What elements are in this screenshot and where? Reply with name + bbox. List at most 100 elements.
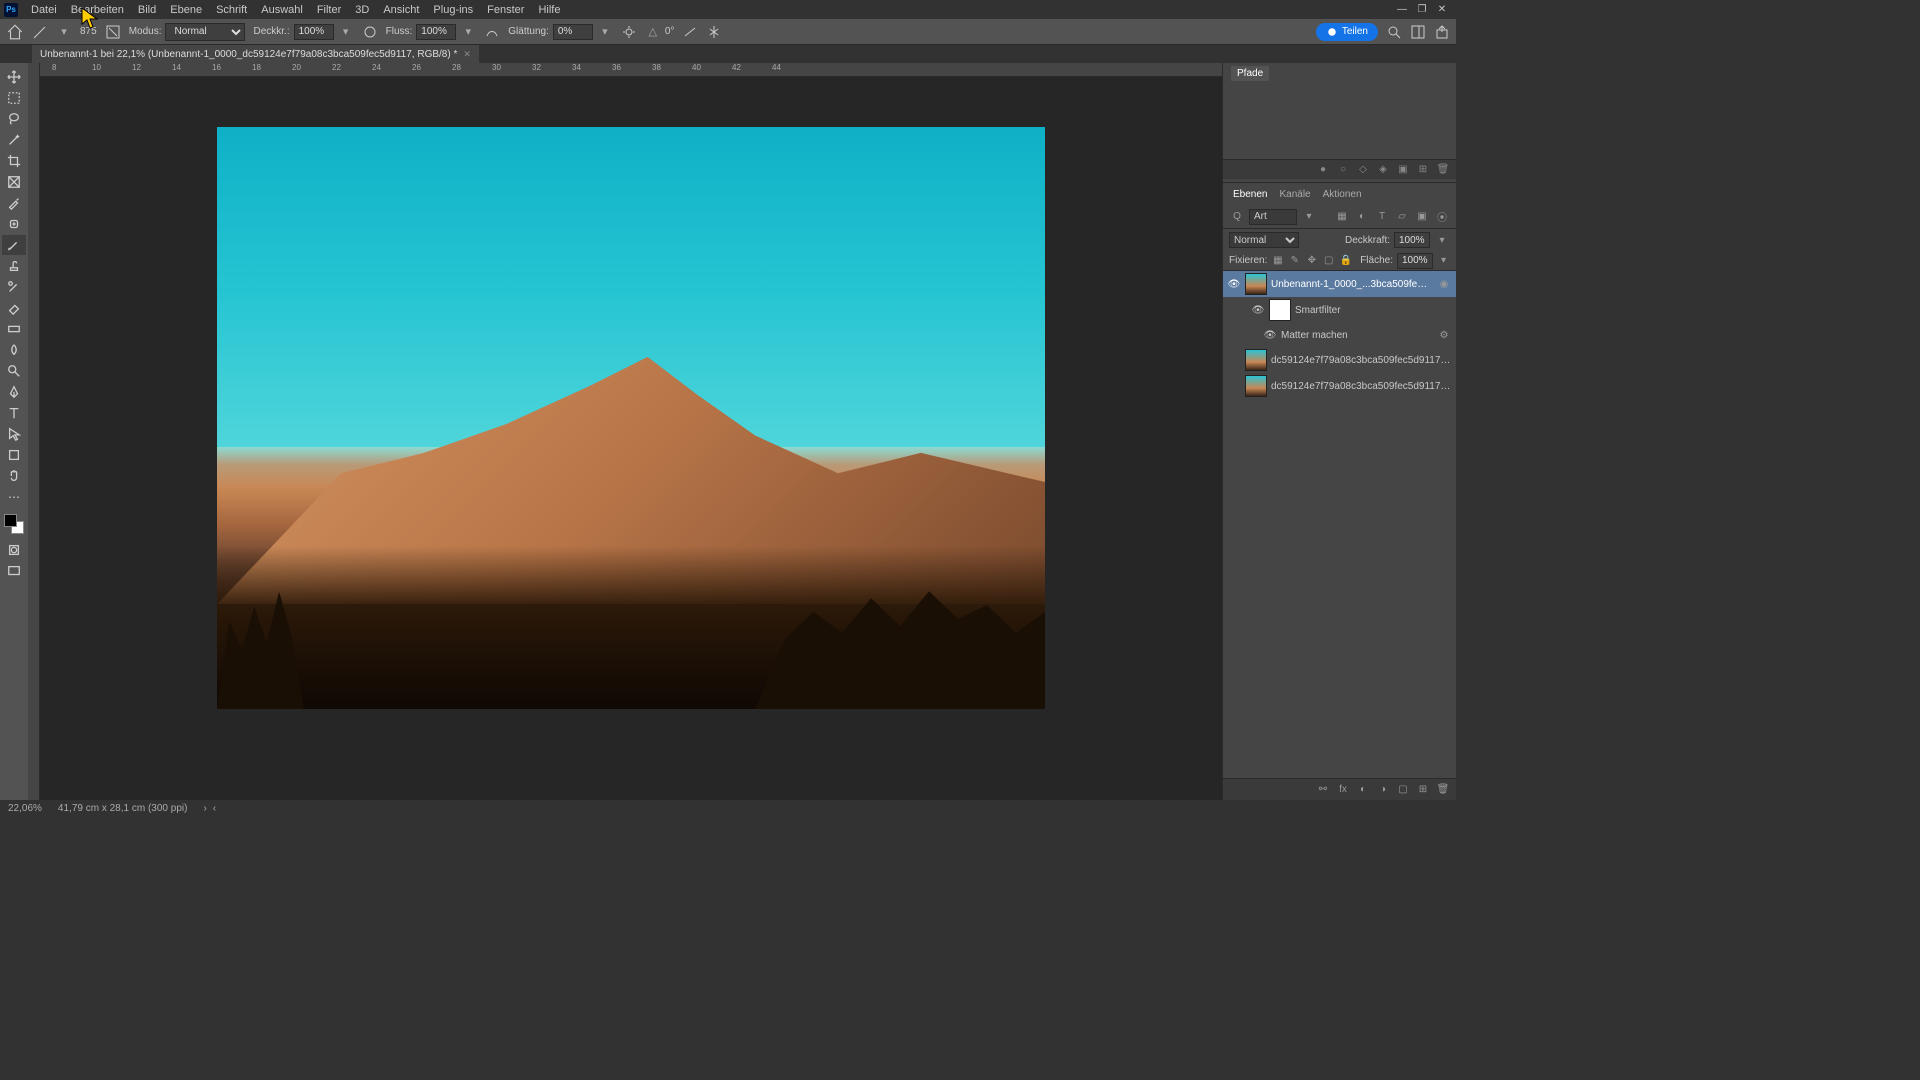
- maximize-button[interactable]: ❐: [1412, 2, 1432, 18]
- mask-icon[interactable]: ◐: [1356, 783, 1370, 797]
- smoothing-options-icon[interactable]: [621, 24, 637, 40]
- artboard[interactable]: [217, 127, 1045, 709]
- filter-type-icon[interactable]: T: [1374, 209, 1390, 225]
- layer-row[interactable]: dc59124e7f79a08c3bca509fec5d9117 Kopie 3: [1223, 347, 1456, 373]
- menu-bearbeiten[interactable]: Bearbeiten: [64, 2, 131, 18]
- layer-row[interactable]: 👁 Unbenannt-1_0000_...3bca509fec5d9117 ◉: [1223, 271, 1456, 297]
- layer-thumbnail[interactable]: [1245, 273, 1267, 295]
- mask-path-icon[interactable]: ◈: [1376, 163, 1390, 177]
- menu-schrift[interactable]: Schrift: [209, 2, 254, 18]
- layer-thumbnail[interactable]: [1245, 349, 1267, 371]
- wand-tool[interactable]: [2, 130, 26, 150]
- selection-path-icon[interactable]: ◇: [1356, 163, 1370, 177]
- delete-path-icon[interactable]: 🗑: [1436, 163, 1450, 177]
- layer-opacity-dropdown[interactable]: ▾: [1434, 232, 1450, 248]
- filter-effect-row[interactable]: 👁 Matter machen ⚙: [1223, 323, 1456, 347]
- filter-smart-icon[interactable]: ▣: [1414, 209, 1430, 225]
- visibility-icon[interactable]: 👁: [1227, 277, 1241, 291]
- menu-plugins[interactable]: Plug-ins: [426, 2, 480, 18]
- filter-dropdown-icon[interactable]: ▾: [1301, 209, 1317, 225]
- visibility-icon[interactable]: [1227, 353, 1241, 367]
- new-layer-icon[interactable]: ⊞: [1416, 783, 1430, 797]
- document-dimensions[interactable]: 41,79 cm x 28,1 cm (300 ppi): [58, 803, 188, 814]
- filter-image-icon[interactable]: ▦: [1334, 209, 1350, 225]
- blend-mode-select[interactable]: Normal: [165, 23, 245, 41]
- layer-filter-input[interactable]: [1249, 209, 1297, 225]
- layers-tab[interactable]: Ebenen: [1227, 185, 1273, 204]
- angle-value[interactable]: 0°: [665, 26, 675, 37]
- filter-options-icon[interactable]: ⚙: [1436, 327, 1452, 343]
- flow-dropdown-icon[interactable]: ▾: [460, 24, 476, 40]
- share-button[interactable]: Teilen: [1316, 23, 1378, 41]
- add-path-icon[interactable]: ⊞: [1416, 163, 1430, 177]
- gradient-tool[interactable]: [2, 319, 26, 339]
- frame-tool[interactable]: [2, 172, 26, 192]
- flow-input[interactable]: [416, 24, 456, 40]
- filter-adjust-icon[interactable]: ◐: [1354, 209, 1370, 225]
- layer-row[interactable]: dc59124e7f79a08c3bca509fec5d9117 Kopie 2: [1223, 373, 1456, 399]
- lasso-tool[interactable]: [2, 109, 26, 129]
- history-brush-tool[interactable]: [2, 277, 26, 297]
- actions-tab[interactable]: Aktionen: [1317, 185, 1368, 204]
- menu-auswahl[interactable]: Auswahl: [254, 2, 310, 18]
- close-button[interactable]: ✕: [1432, 2, 1452, 18]
- document-tab[interactable]: Unbenannt-1 bei 22,1% (Unbenannt-1_0000_…: [32, 45, 479, 63]
- lock-all-icon[interactable]: 🔒: [1339, 253, 1352, 269]
- symmetry-icon[interactable]: [706, 24, 722, 40]
- opacity-dropdown-icon[interactable]: ▾: [338, 24, 354, 40]
- blur-tool[interactable]: [2, 340, 26, 360]
- move-tool[interactable]: [2, 67, 26, 87]
- menu-filter[interactable]: Filter: [310, 2, 348, 18]
- color-swatches[interactable]: [4, 514, 24, 534]
- brush-tool[interactable]: [2, 235, 26, 255]
- screenmode-tool[interactable]: [2, 561, 26, 581]
- status-chevron-left[interactable]: ‹: [213, 803, 216, 814]
- healing-tool[interactable]: [2, 214, 26, 234]
- menu-ebene[interactable]: Ebene: [163, 2, 209, 18]
- menu-ansicht[interactable]: Ansicht: [376, 2, 426, 18]
- smartfilter-row[interactable]: 👁 Smartfilter: [1223, 297, 1456, 323]
- stamp-tool[interactable]: [2, 256, 26, 276]
- lock-artboard-icon[interactable]: ▢: [1322, 253, 1335, 269]
- path-select-tool[interactable]: [2, 424, 26, 444]
- zoom-level[interactable]: 22,06%: [8, 803, 42, 814]
- layer-blend-select[interactable]: Normal: [1229, 232, 1299, 248]
- export-icon[interactable]: [1434, 24, 1450, 40]
- brush-tool-icon[interactable]: [32, 24, 48, 40]
- workspace-icon[interactable]: [1410, 24, 1426, 40]
- airbrush-icon[interactable]: [484, 24, 500, 40]
- menu-3d[interactable]: 3D: [348, 2, 376, 18]
- pen-tool[interactable]: [2, 382, 26, 402]
- fill-input[interactable]: [1397, 253, 1433, 269]
- stroke-path-icon[interactable]: ○: [1336, 163, 1350, 177]
- brush-panel-toggle[interactable]: [105, 24, 121, 40]
- hand-tool[interactable]: [2, 466, 26, 486]
- layer-thumbnail[interactable]: [1245, 375, 1267, 397]
- shape-tool[interactable]: [2, 445, 26, 465]
- quickmask-tool[interactable]: [2, 540, 26, 560]
- visibility-icon[interactable]: 👁: [1251, 303, 1265, 317]
- menu-hilfe[interactable]: Hilfe: [531, 2, 567, 18]
- close-tab-icon[interactable]: ✕: [463, 49, 471, 60]
- paths-tab[interactable]: Pfade: [1231, 66, 1269, 81]
- channels-tab[interactable]: Kanäle: [1273, 185, 1316, 204]
- menu-fenster[interactable]: Fenster: [480, 2, 531, 18]
- status-chevron[interactable]: ›: [203, 803, 206, 814]
- foreground-color[interactable]: [4, 514, 17, 527]
- eraser-tool[interactable]: [2, 298, 26, 318]
- lock-transparency-icon[interactable]: ▦: [1271, 253, 1284, 269]
- fx-icon[interactable]: fx: [1336, 783, 1350, 797]
- menu-bild[interactable]: Bild: [131, 2, 163, 18]
- fill-dropdown[interactable]: ▾: [1437, 253, 1450, 269]
- layer-opacity-input[interactable]: [1394, 232, 1430, 248]
- new-path-icon[interactable]: ▣: [1396, 163, 1410, 177]
- filter-shape-icon[interactable]: ▱: [1394, 209, 1410, 225]
- smoothing-input[interactable]: [553, 24, 593, 40]
- layer-name[interactable]: dc59124e7f79a08c3bca509fec5d9117 Kopie 3: [1271, 355, 1452, 366]
- brush-preset-dropdown[interactable]: ▾: [56, 24, 72, 40]
- canvas-viewport[interactable]: [40, 77, 1222, 800]
- filter-toggle-icon[interactable]: ⦿: [1434, 209, 1450, 225]
- menu-datei[interactable]: Datei: [24, 2, 64, 18]
- delete-layer-icon[interactable]: 🗑: [1436, 783, 1450, 797]
- pressure-opacity-icon[interactable]: [362, 24, 378, 40]
